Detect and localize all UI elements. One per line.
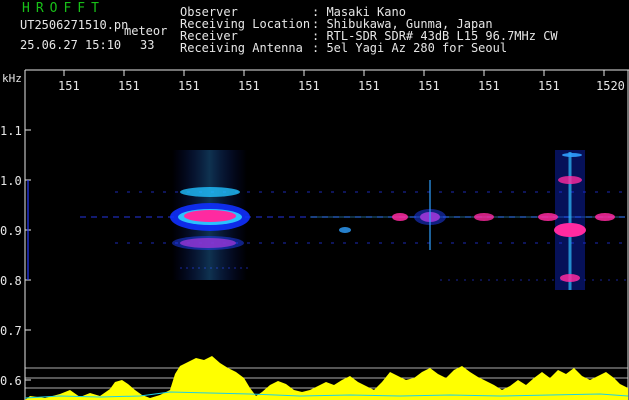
carrier-lines [27, 180, 628, 281]
echo-cluster-left [170, 150, 250, 280]
echo-cluster-mid [339, 180, 494, 250]
spectrogram [24, 69, 629, 400]
echo-cluster-right [538, 150, 615, 290]
signal-level-strip [24, 356, 629, 400]
x-ticks [63, 70, 605, 76]
axis-frame [24, 69, 629, 400]
